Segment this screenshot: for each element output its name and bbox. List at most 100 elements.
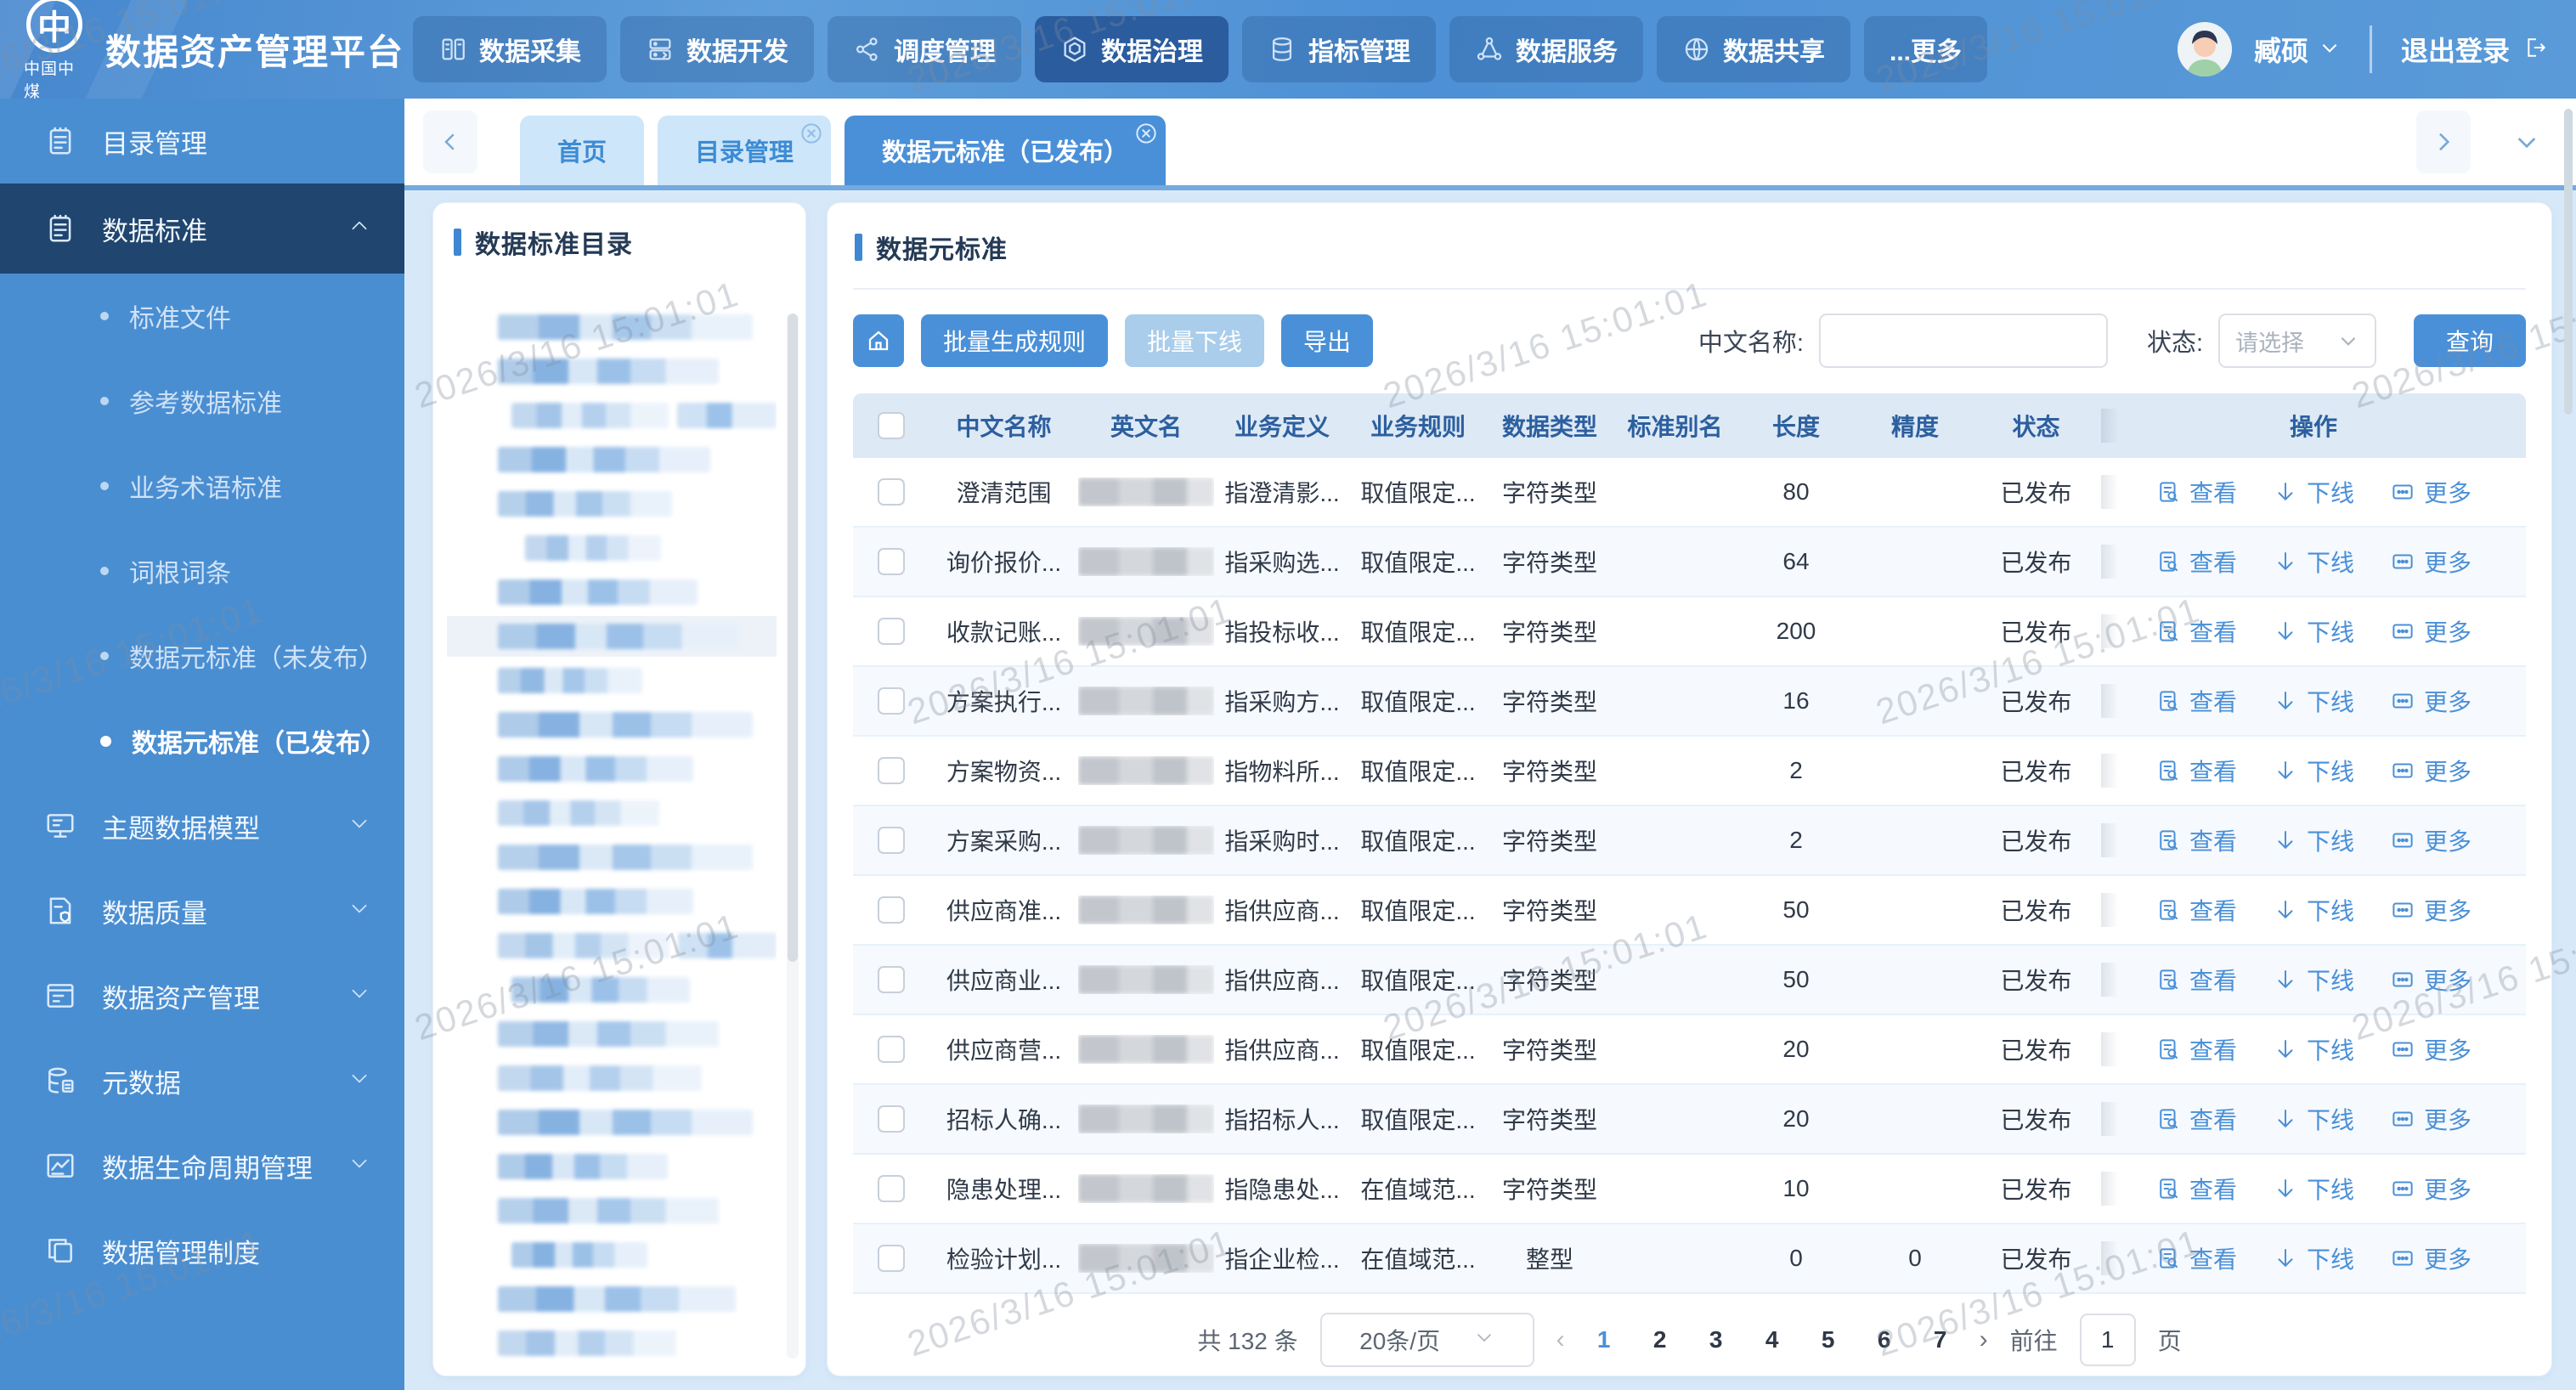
sidebar-subitem-standard-file[interactable]: 标准文件 <box>0 274 404 359</box>
catalog-tree-item-redacted[interactable] <box>447 879 777 924</box>
row-checkbox[interactable] <box>878 687 905 715</box>
catalog-tree-item-redacted[interactable] <box>447 349 777 393</box>
more-action-link[interactable]: 更多 <box>2390 475 2471 509</box>
tab-catalog[interactable]: 目录管理 <box>658 116 832 185</box>
view-action-link[interactable]: 查看 <box>2155 1241 2237 1275</box>
offline-action-link[interactable]: 下线 <box>2273 823 2354 857</box>
catalog-tree-item-redacted[interactable] <box>447 1233 777 1277</box>
catalog-tree-item-redacted[interactable] <box>447 1100 777 1144</box>
row-checkbox[interactable] <box>878 478 905 506</box>
row-checkbox[interactable] <box>878 757 905 784</box>
page-scrollbar[interactable] <box>2564 109 2573 415</box>
nav-item-schedule-mgmt[interactable]: 调度管理 <box>828 16 1021 82</box>
catalog-tree-item-redacted[interactable] <box>447 393 777 438</box>
row-checkbox[interactable] <box>878 618 905 645</box>
row-checkbox[interactable] <box>878 1245 905 1272</box>
catalog-tree-item-redacted[interactable] <box>447 703 777 747</box>
offline-action-link[interactable]: 下线 <box>2273 1172 2354 1206</box>
page-number-7[interactable]: 7 <box>1924 1326 1957 1353</box>
batch-offline-button[interactable]: 批量下线 <box>1125 314 1265 367</box>
status-select[interactable]: 请选择 <box>2218 314 2376 368</box>
more-action-link[interactable]: 更多 <box>2390 684 2471 718</box>
select-all-checkbox[interactable] <box>878 412 905 439</box>
catalog-tree-item-redacted[interactable] <box>447 482 777 526</box>
offline-action-link[interactable]: 下线 <box>2273 893 2354 927</box>
sidebar-item-catalog-mgmt[interactable]: 目录管理 <box>0 99 404 184</box>
page-number-6[interactable]: 6 <box>1867 1326 1901 1353</box>
catalog-tree-item-redacted[interactable] <box>447 835 777 879</box>
offline-action-link[interactable]: 下线 <box>2273 475 2354 509</box>
view-action-link[interactable]: 查看 <box>2155 475 2237 509</box>
sidebar-subitem-business-term[interactable]: 业务术语标准 <box>0 444 404 528</box>
view-action-link[interactable]: 查看 <box>2155 1172 2237 1206</box>
catalog-tree-item-redacted[interactable] <box>447 614 777 658</box>
offline-action-link[interactable]: 下线 <box>2273 1241 2354 1275</box>
catalog-tree-item-redacted[interactable] <box>447 1321 777 1362</box>
row-checkbox[interactable] <box>878 1175 905 1202</box>
page-number-1[interactable]: 1 <box>1587 1326 1621 1353</box>
sidebar-item-data-quality[interactable]: 数据质量 <box>0 868 404 953</box>
user-menu[interactable]: 臧硕 <box>2254 30 2341 69</box>
page-number-3[interactable]: 3 <box>1699 1326 1733 1353</box>
row-checkbox[interactable] <box>878 1105 905 1133</box>
more-action-link[interactable]: 更多 <box>2390 1241 2471 1275</box>
catalog-scrollbar[interactable] <box>787 314 799 1359</box>
view-action-link[interactable]: 查看 <box>2155 1032 2237 1066</box>
catalog-tree-item-redacted[interactable] <box>447 791 777 835</box>
catalog-tree-item-redacted[interactable] <box>447 570 777 614</box>
more-action-link[interactable]: 更多 <box>2390 823 2471 857</box>
sidebar-item-regulation[interactable]: 数据管理制度 <box>0 1208 404 1293</box>
nav-item-data-service[interactable]: 数据服务 <box>1449 16 1643 82</box>
prev-page-button[interactable]: ‹ <box>1556 1325 1565 1354</box>
catalog-tree-item-redacted[interactable] <box>447 924 777 968</box>
row-checkbox[interactable] <box>878 1036 905 1063</box>
sidebar-item-lifecycle[interactable]: 数据生命周期管理 <box>0 1123 404 1208</box>
view-action-link[interactable]: 查看 <box>2155 823 2237 857</box>
catalog-tree-item-redacted[interactable] <box>447 1056 777 1100</box>
next-page-button[interactable]: › <box>1980 1325 1988 1354</box>
view-action-link[interactable]: 查看 <box>2155 1102 2237 1136</box>
row-checkbox[interactable] <box>878 548 905 575</box>
tab-home[interactable]: 首页 <box>520 116 645 185</box>
tabs-menu-button[interactable] <box>2500 110 2554 173</box>
catalog-tree-item-redacted[interactable] <box>447 747 777 791</box>
view-action-link[interactable]: 查看 <box>2155 545 2237 579</box>
offline-action-link[interactable]: 下线 <box>2273 963 2354 997</box>
view-action-link[interactable]: 查看 <box>2155 963 2237 997</box>
catalog-tree-item-redacted[interactable] <box>447 1012 777 1056</box>
nav-item-data-share[interactable]: 数据共享 <box>1657 16 1850 82</box>
catalog-tree-item-redacted[interactable] <box>447 438 777 482</box>
more-action-link[interactable]: 更多 <box>2390 614 2471 648</box>
tabs-scroll-left-button[interactable] <box>423 110 477 173</box>
cn-name-input[interactable] <box>1818 314 2108 368</box>
nav-item-data-collect[interactable]: 数据采集 <box>413 16 607 82</box>
catalog-tree-item-redacted[interactable] <box>447 1189 777 1233</box>
page-number-2[interactable]: 2 <box>1643 1326 1677 1353</box>
row-checkbox[interactable] <box>878 896 905 924</box>
page-number-5[interactable]: 5 <box>1811 1326 1845 1353</box>
catalog-tree-item-redacted[interactable] <box>447 1277 777 1321</box>
offline-action-link[interactable]: 下线 <box>2273 1102 2354 1136</box>
view-action-link[interactable]: 查看 <box>2155 754 2237 788</box>
sidebar-subitem-reference-standard[interactable]: 参考数据标准 <box>0 359 404 444</box>
tab-element-published[interactable]: 数据元标准（已发布） <box>845 116 1167 185</box>
more-action-link[interactable]: 更多 <box>2390 545 2471 579</box>
sidebar-subitem-word-root[interactable]: 词根词条 <box>0 528 404 613</box>
user-avatar[interactable] <box>2177 22 2232 76</box>
sidebar-item-asset-mgmt[interactable]: 数据资产管理 <box>0 953 404 1038</box>
sidebar-item-theme-model[interactable]: 主题数据模型 <box>0 783 404 868</box>
logout-button[interactable]: 退出登录 <box>2401 30 2547 69</box>
query-button[interactable]: 查询 <box>2414 314 2526 367</box>
view-action-link[interactable]: 查看 <box>2155 684 2237 718</box>
sidebar-subitem-element-published[interactable]: 数据元标准（已发布） <box>0 698 404 783</box>
nav-item-data-govern[interactable]: 数据治理 <box>1035 16 1229 82</box>
sidebar-subitem-element-unpublished[interactable]: 数据元标准（未发布） <box>0 613 404 698</box>
row-checkbox[interactable] <box>878 827 905 854</box>
page-number-4[interactable]: 4 <box>1755 1326 1789 1353</box>
export-button[interactable]: 导出 <box>1281 314 1374 367</box>
home-button[interactable] <box>853 314 904 367</box>
nav-item-more[interactable]: ...更多 <box>1864 16 1988 82</box>
catalog-tree-item-redacted[interactable] <box>447 1144 777 1189</box>
more-action-link[interactable]: 更多 <box>2390 963 2471 997</box>
more-action-link[interactable]: 更多 <box>2390 1032 2471 1066</box>
